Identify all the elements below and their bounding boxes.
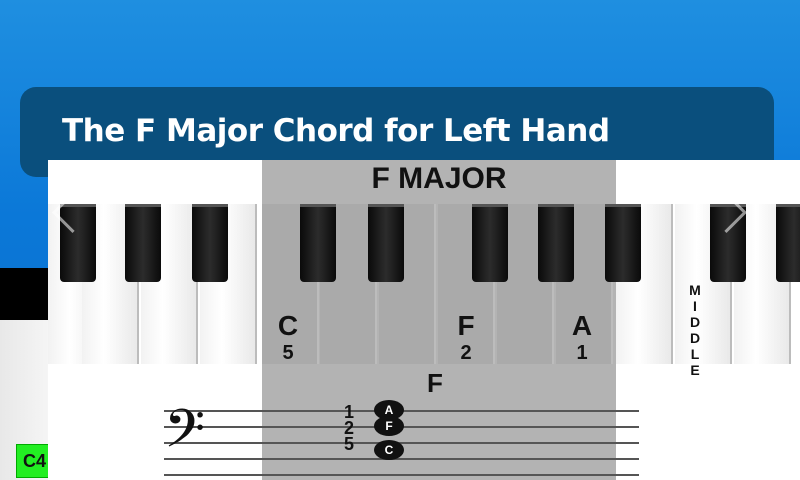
black-key[interactable] xyxy=(538,204,574,282)
black-key[interactable] xyxy=(125,204,161,282)
piano-keyboard: C 5 F 2 A 1 M I D D L E xyxy=(48,204,800,378)
finger-number: 5 xyxy=(282,342,294,364)
bass-clef-icon: 𝄢 xyxy=(164,399,206,473)
chord-card: F MAJOR C 5 F 2 A 1 M I D D L E F 𝄢 1 2 … xyxy=(48,160,800,480)
middle-letter: I xyxy=(693,298,697,314)
bass-staff: F 𝄢 1 2 5 A F C xyxy=(48,364,800,480)
finger-number: 2 xyxy=(460,342,472,364)
black-key[interactable] xyxy=(192,204,228,282)
key-letter: A xyxy=(571,310,593,341)
chord-name: F MAJOR xyxy=(371,162,507,195)
middle-letter: D xyxy=(689,314,701,330)
key-letter: F xyxy=(457,310,475,341)
black-key[interactable] xyxy=(472,204,508,282)
staff-line xyxy=(164,474,639,476)
staff-finger: 5 xyxy=(343,434,354,454)
staff-fingering: 1 2 5 xyxy=(342,403,356,454)
black-key[interactable] xyxy=(605,204,641,282)
note-head: C xyxy=(374,440,404,460)
middle-letter: D xyxy=(689,330,701,346)
black-key[interactable] xyxy=(300,204,336,282)
black-key[interactable] xyxy=(368,204,404,282)
page-title: The F Major Chord for Left Hand xyxy=(62,113,610,149)
key-letter: C xyxy=(277,310,299,341)
black-key[interactable] xyxy=(776,204,800,282)
middle-letter: L xyxy=(690,346,700,362)
finger-number: 1 xyxy=(576,342,588,364)
middle-letter: M xyxy=(689,282,701,298)
staff-line xyxy=(164,458,639,460)
note-head: F xyxy=(374,416,404,436)
staff-chord-label: F xyxy=(427,368,443,398)
